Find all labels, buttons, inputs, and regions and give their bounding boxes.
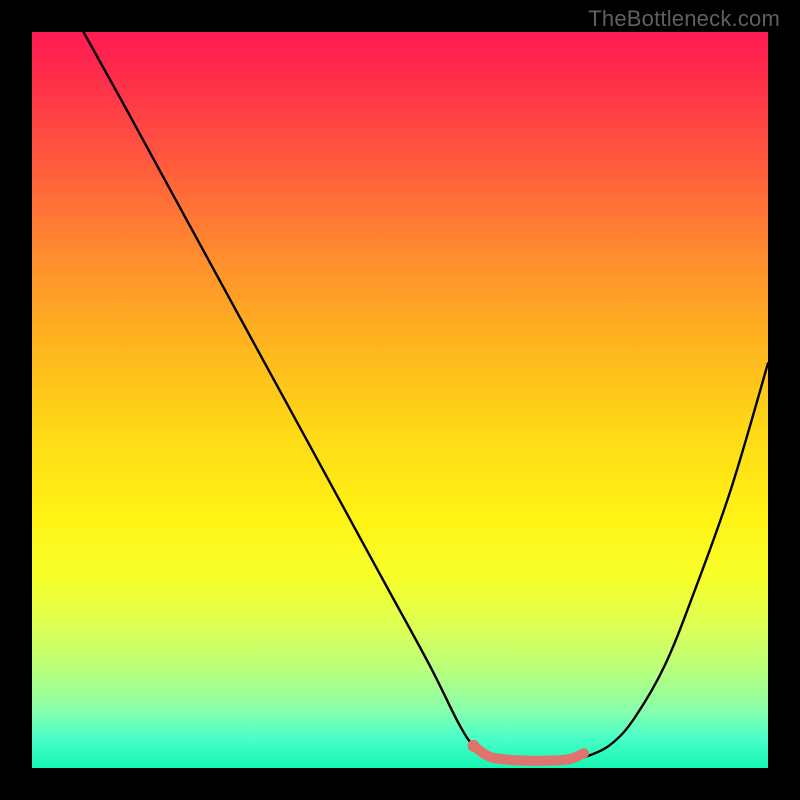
plot-area <box>32 32 768 768</box>
watermark-text: TheBottleneck.com <box>588 6 780 32</box>
curve-layer <box>32 32 768 768</box>
optimal-range-start-dot <box>468 740 480 752</box>
chart-frame: TheBottleneck.com <box>0 0 800 800</box>
optimal-range-segment <box>474 746 584 761</box>
bottleneck-curve <box>84 32 768 761</box>
